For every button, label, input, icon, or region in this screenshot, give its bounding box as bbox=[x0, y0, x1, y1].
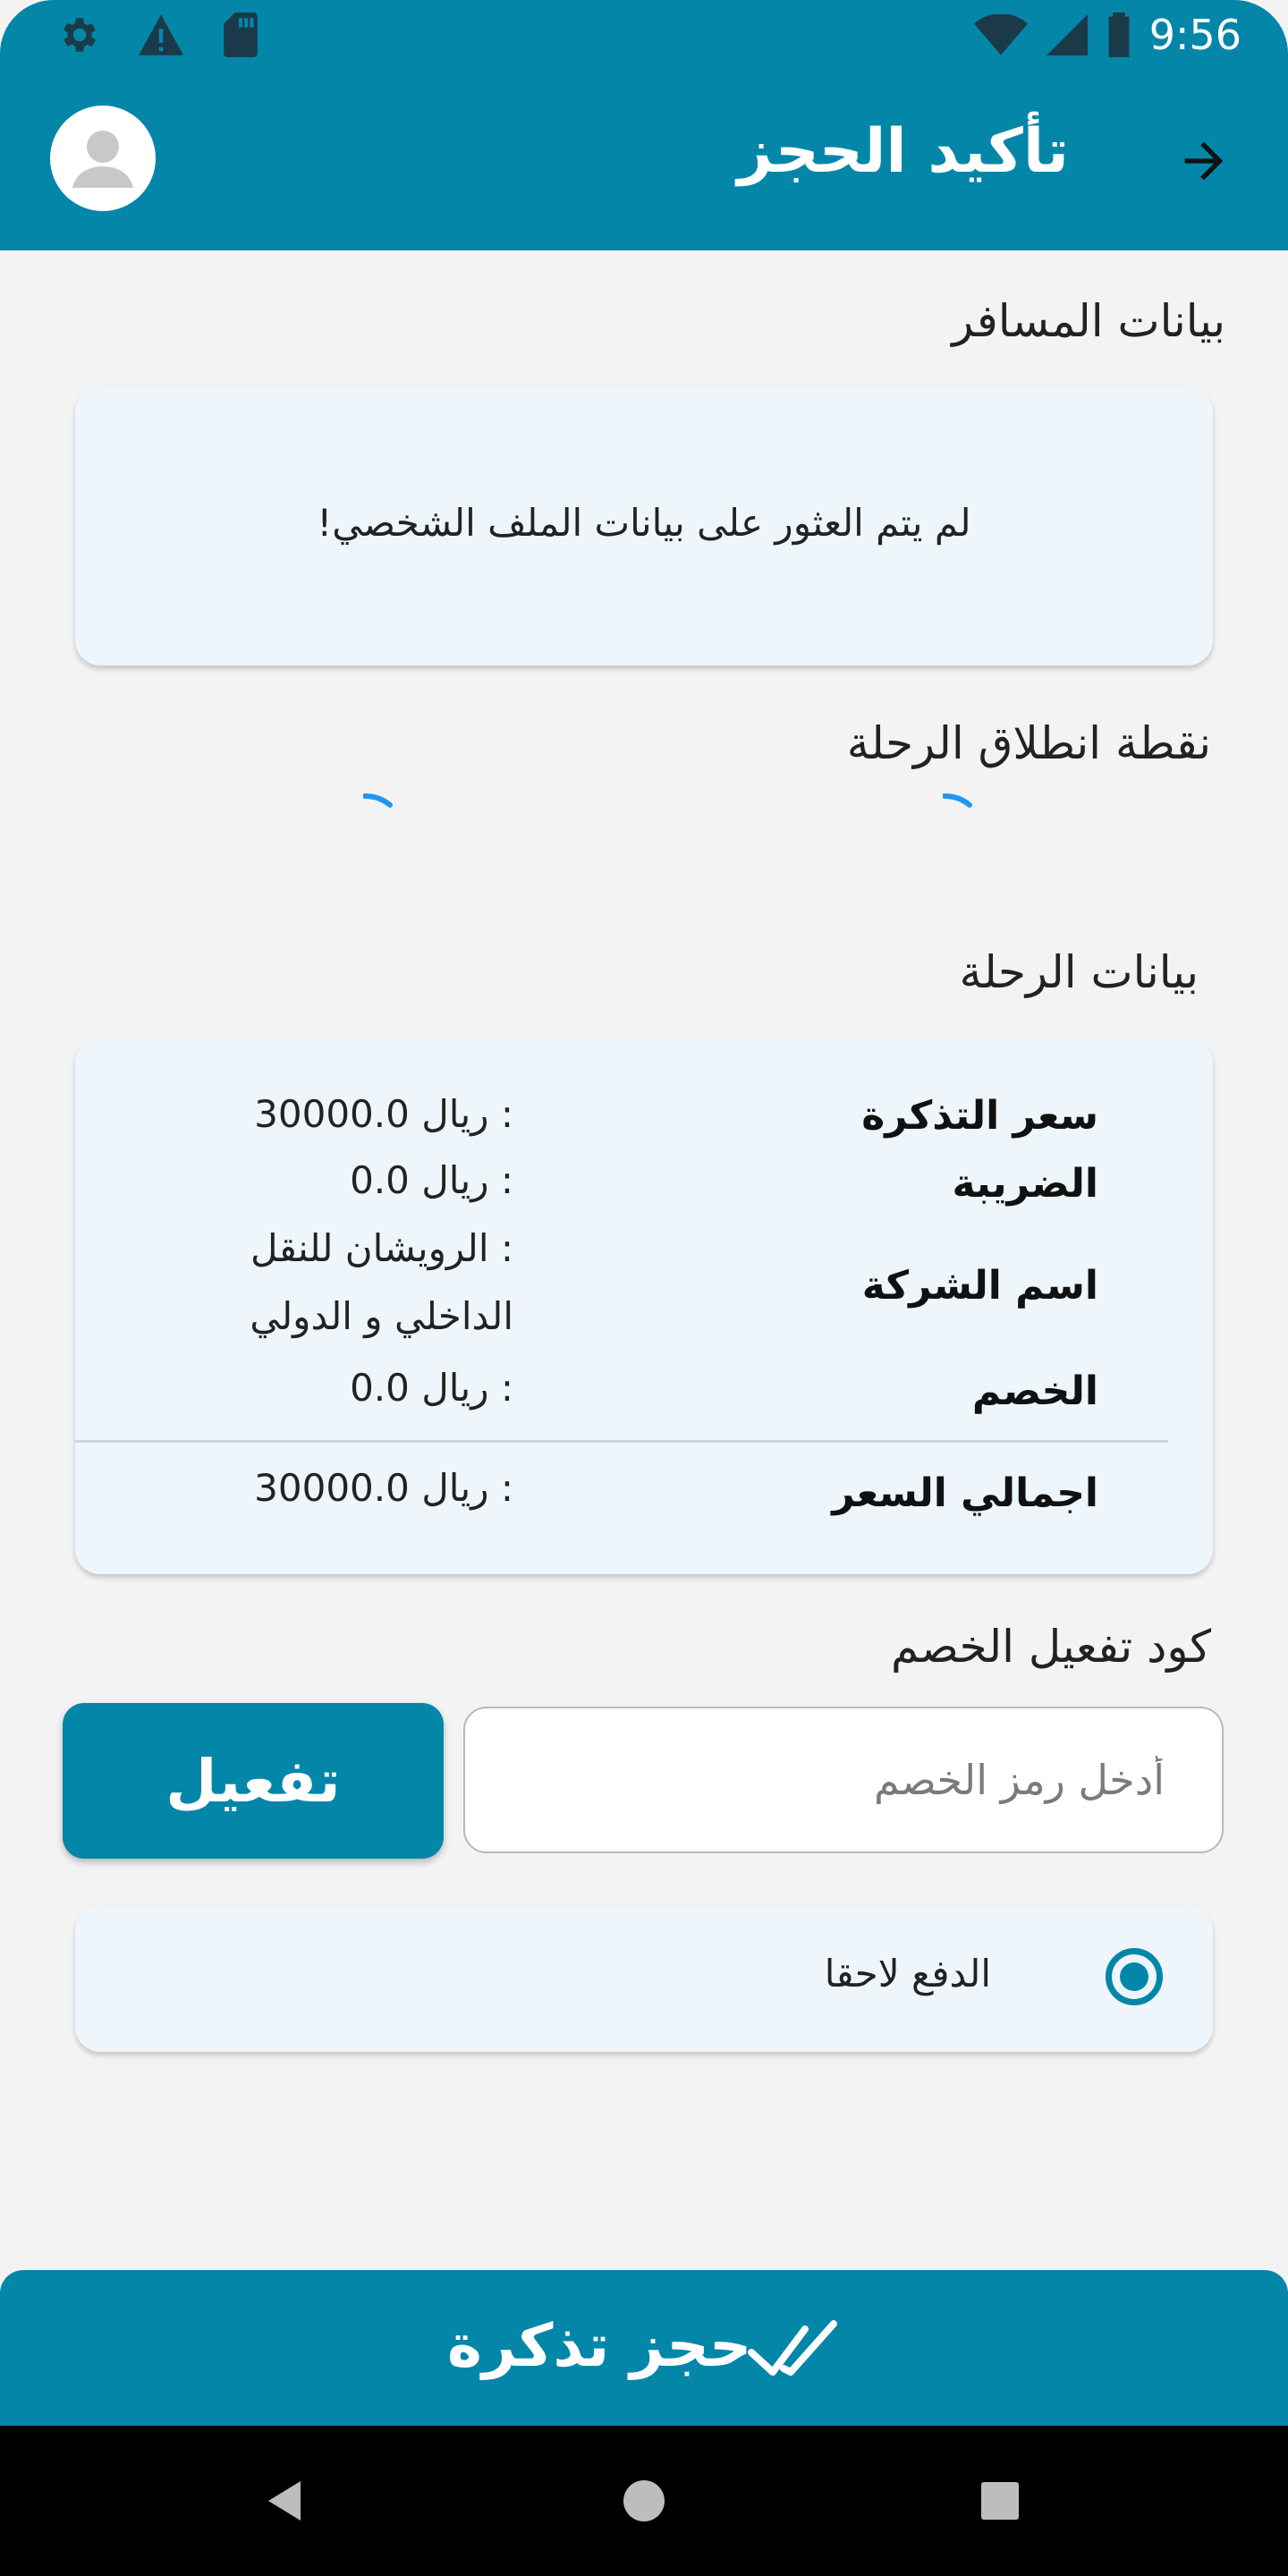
discount-label: الخصم bbox=[971, 1368, 1098, 1414]
settings-icon bbox=[64, 18, 96, 52]
battery-icon bbox=[1108, 13, 1130, 57]
company-name-value: : الرويشان للنقل الداخلي و الدولي bbox=[250, 1226, 513, 1338]
nav-back-icon[interactable] bbox=[265, 2479, 304, 2522]
avatar[interactable] bbox=[50, 106, 156, 211]
system-nav-bar bbox=[0, 2426, 1288, 2576]
status-bar: 9:56 bbox=[0, 0, 1288, 79]
payment-option-card[interactable]: الدفع لاحقا bbox=[75, 1905, 1213, 2052]
passenger-card: لم يتم العثور على بيانات الملف الشخصي! bbox=[75, 386, 1213, 665]
ticket-price-value: : ريال 30000.0 bbox=[254, 1092, 513, 1136]
activate-promo-button[interactable]: تفعيل bbox=[63, 1703, 444, 1859]
tax-label: الضريبة bbox=[952, 1161, 1099, 1207]
radio-selected-dot bbox=[1120, 1962, 1148, 1991]
pay-later-radio[interactable] bbox=[1106, 1948, 1163, 2005]
warning-icon bbox=[139, 14, 183, 55]
status-time: 9:56 bbox=[1148, 11, 1241, 59]
departure-section-title: نقطة انطلاق الرحلة bbox=[846, 717, 1211, 769]
tax-value: : ريال 0.0 bbox=[350, 1158, 513, 1202]
app-bar: تأكيد الحجز bbox=[0, 79, 1288, 250]
loading-spinner-icon bbox=[943, 793, 972, 808]
pay-later-label: الدفع لاحقا bbox=[824, 1952, 991, 1996]
trip-section-title: بيانات الرحلة bbox=[959, 946, 1199, 998]
page-title: تأكيد الحجز bbox=[737, 116, 1069, 187]
status-icons-right: 9:56 bbox=[973, 11, 1241, 59]
trip-details-card: سعر التذكرة : ريال 30000.0 الضريبة : ريا… bbox=[75, 1038, 1213, 1574]
person-icon bbox=[72, 131, 133, 188]
promo-section-title: كود تفعيل الخصم bbox=[890, 1621, 1211, 1673]
discount-value: : ريال 0.0 bbox=[350, 1366, 513, 1410]
promo-code-field[interactable] bbox=[463, 1707, 1224, 1853]
total-divider bbox=[75, 1440, 1168, 1443]
nav-recents-icon[interactable] bbox=[980, 2481, 1020, 2521]
profile-empty-message: لم يتم العثور على بيانات الملف الشخصي! bbox=[317, 501, 971, 545]
book-ticket-label: حجز تذكرة bbox=[447, 2311, 752, 2380]
ticket-price-label: سعر التذكرة bbox=[861, 1093, 1098, 1139]
sd-card-icon bbox=[224, 13, 258, 57]
total-price-label: اجمالي السعر bbox=[832, 1470, 1098, 1516]
company-name-label: اسم الشركة bbox=[861, 1263, 1098, 1309]
back-arrow-icon[interactable] bbox=[1175, 132, 1233, 190]
passenger-section-title: بيانات المسافر bbox=[952, 295, 1225, 347]
book-ticket-button[interactable]: حجز تذكرة bbox=[0, 2270, 1288, 2426]
double-check-icon bbox=[748, 2320, 837, 2376]
signal-icon bbox=[1046, 14, 1088, 55]
promo-code-input[interactable] bbox=[465, 1708, 1222, 1852]
total-price-value: : ريال 30000.0 bbox=[254, 1466, 513, 1510]
status-icons-left bbox=[55, 13, 259, 57]
loading-spinner-icon bbox=[363, 793, 393, 808]
wifi-icon bbox=[973, 14, 1028, 55]
nav-home-icon[interactable] bbox=[623, 2479, 665, 2522]
